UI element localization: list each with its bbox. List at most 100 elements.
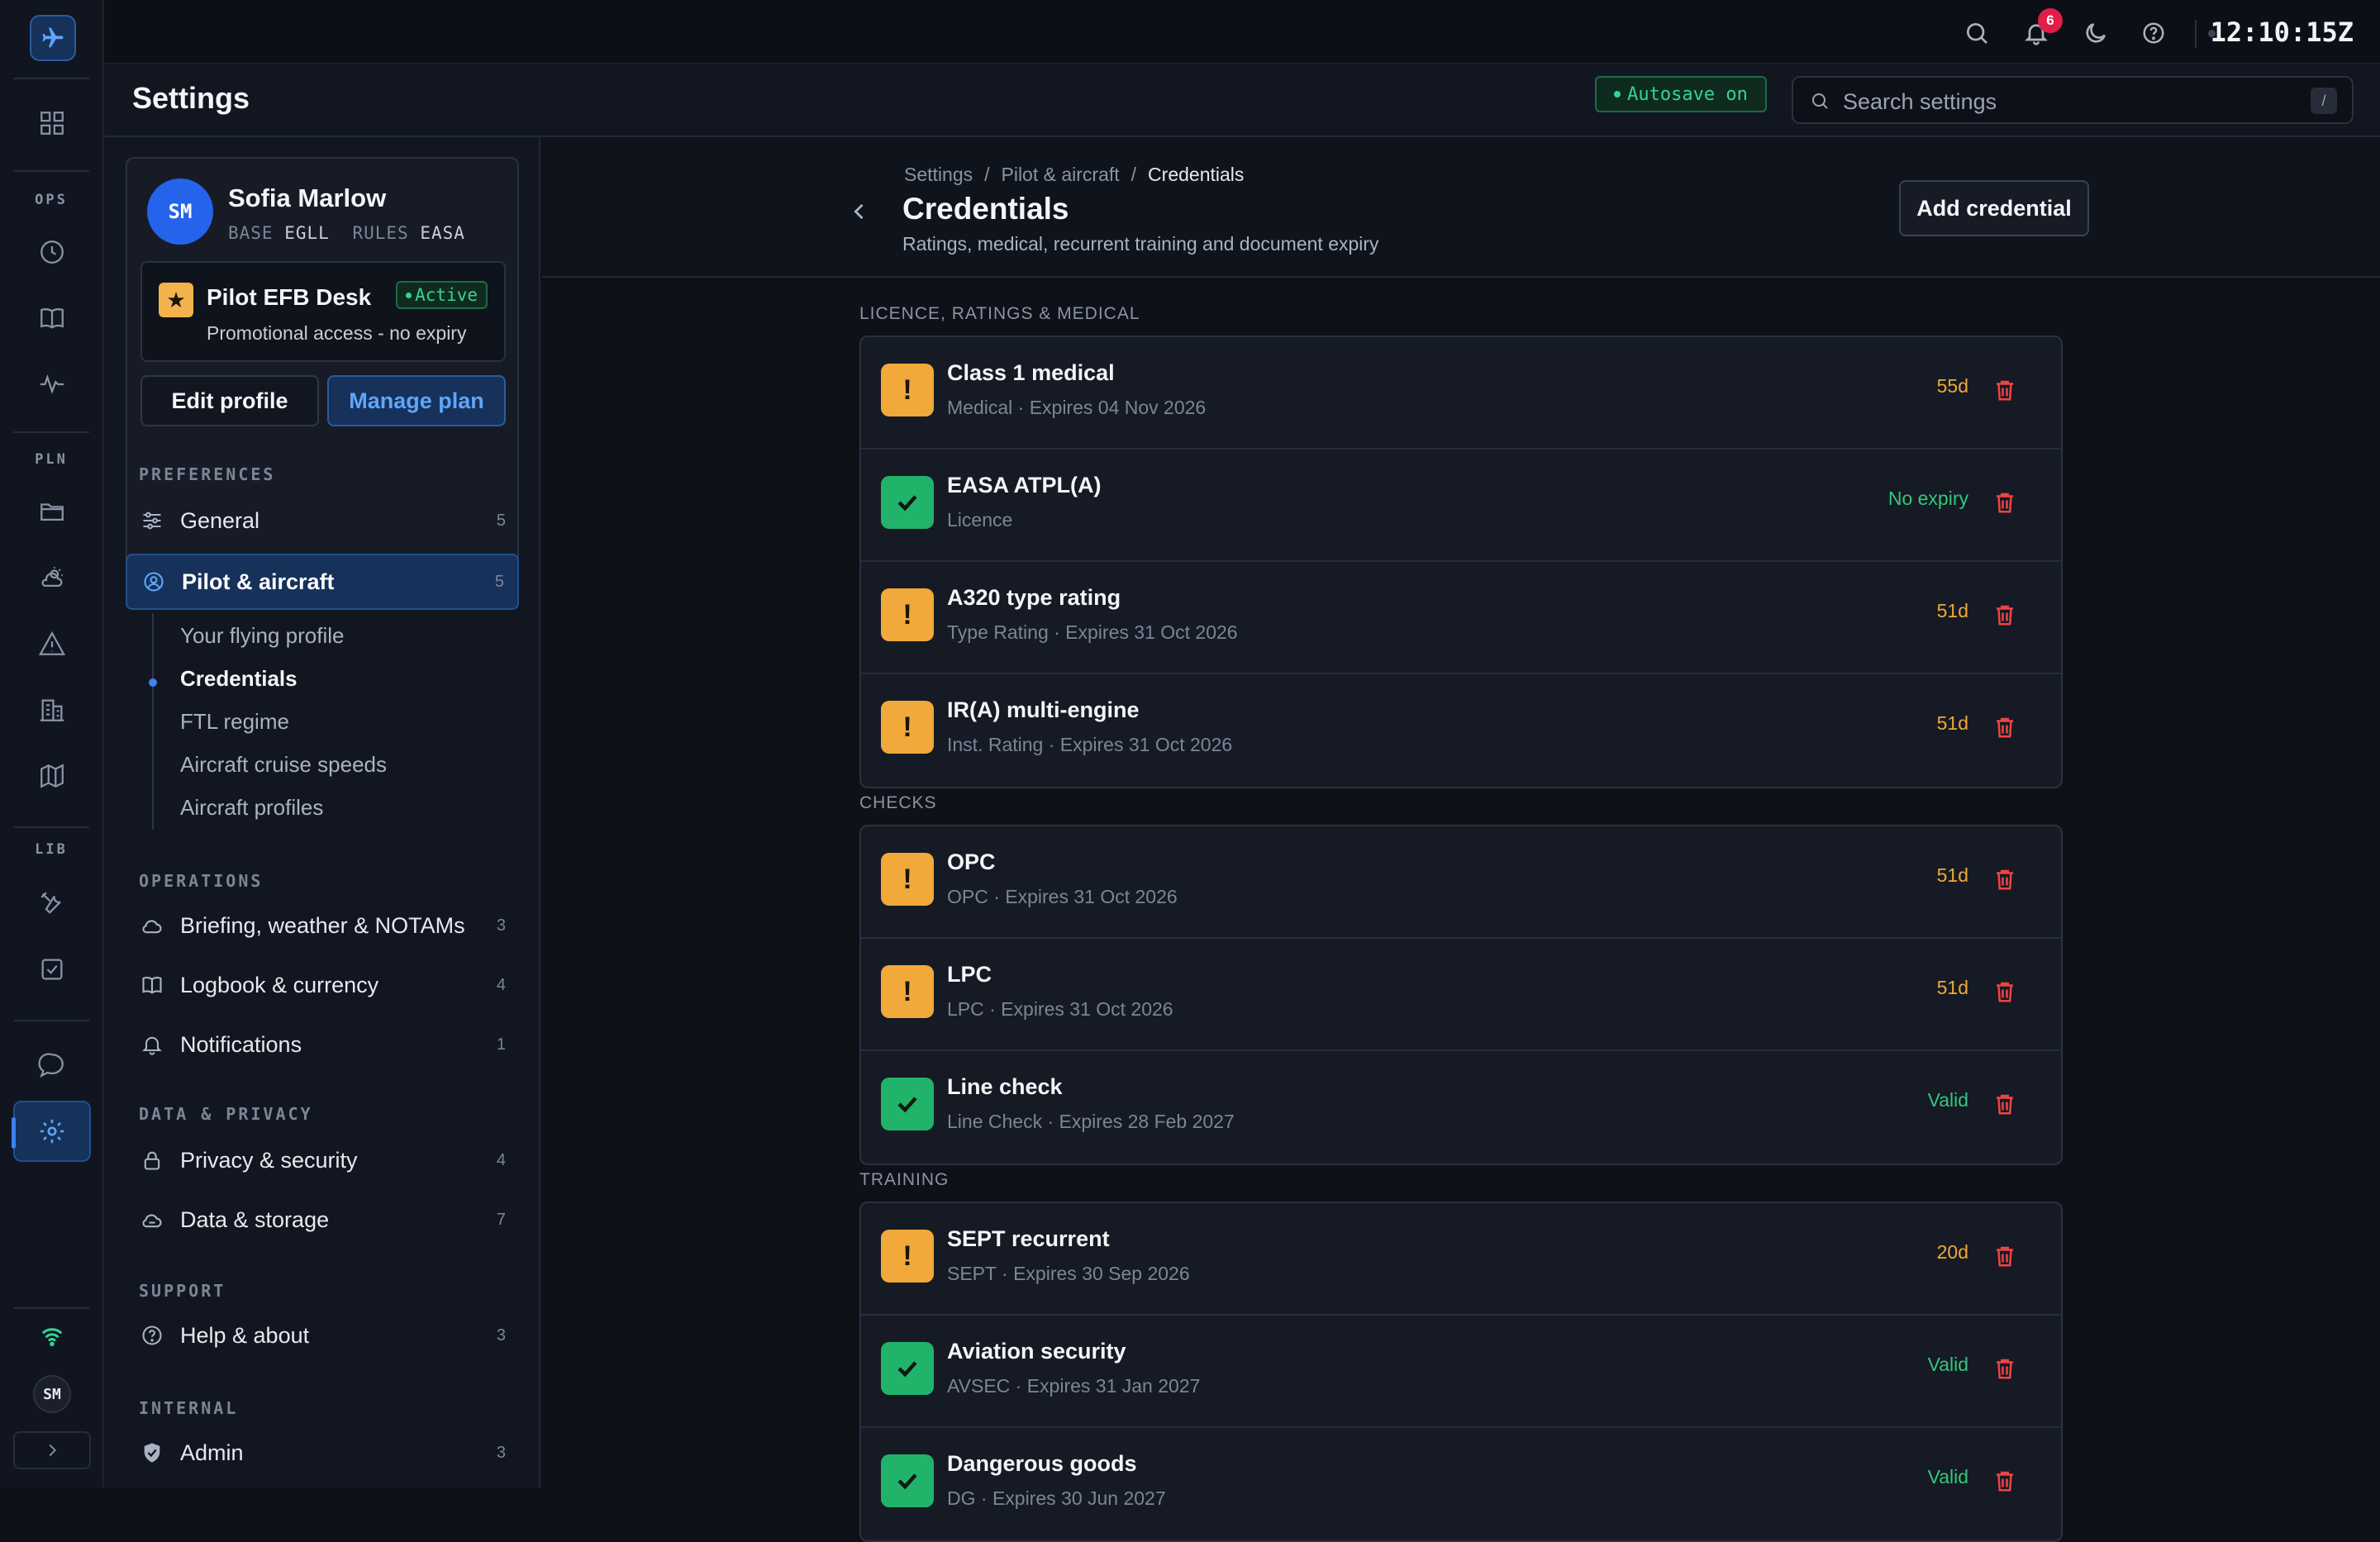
credential-row[interactable]: Line check Line Check · Expires 28 Feb 20…	[861, 1051, 2061, 1164]
nav-storage[interactable]: Data & storage 7	[126, 1192, 519, 1248]
help-icon[interactable]	[2139, 18, 2168, 48]
group-label: CHECKS	[859, 793, 937, 812]
delete-trash-icon[interactable]	[1990, 977, 2020, 1007]
delete-trash-icon[interactable]	[1990, 600, 2020, 630]
nav-admin[interactable]: Admin 3	[126, 1425, 519, 1481]
credential-row[interactable]: ! OPC OPC · Expires 31 Oct 2026 51d	[861, 826, 2061, 939]
search-icon	[1812, 93, 1828, 109]
credential-status: 51d	[1936, 864, 1968, 886]
warning-exclamation-icon: !	[881, 853, 934, 906]
book-icon[interactable]	[33, 299, 71, 337]
chat-icon[interactable]	[33, 1046, 71, 1084]
settings-gear-icon[interactable]	[33, 1112, 71, 1150]
nav-general[interactable]: General 5	[126, 493, 519, 549]
nav-logbook[interactable]: Logbook & currency 4	[126, 957, 519, 1013]
back-chevron-icon[interactable]	[843, 195, 876, 228]
dashboard-grid-icon[interactable]	[33, 104, 71, 142]
nav-privacy-label: Privacy & security	[180, 1147, 358, 1173]
delete-trash-icon[interactable]	[1990, 1089, 2020, 1119]
warning-exclamation-icon: !	[881, 965, 934, 1018]
credential-row[interactable]: Dangerous goods DG · Expires 30 Jun 2027 V…	[861, 1428, 2061, 1540]
nav-briefing-label: Briefing, weather & NOTAMs	[180, 912, 465, 938]
subnav-active-dot	[149, 678, 157, 687]
rules-key: RULES	[352, 223, 409, 243]
wifi-signal-icon	[33, 1317, 71, 1355]
delete-trash-icon[interactable]	[1990, 712, 2020, 742]
manage-plan-button[interactable]: Manage plan	[327, 375, 506, 426]
rail-divider	[13, 1020, 89, 1021]
delete-trash-icon[interactable]	[1990, 1466, 2020, 1496]
credential-row[interactable]: ! LPC LPC · Expires 31 Oct 2026 51d	[861, 939, 2061, 1051]
nav-help-label: Help & about	[180, 1322, 310, 1348]
credential-row[interactable]: ! IR(A) multi-engine Inst. Rating · Expire…	[861, 674, 2061, 787]
folder-icon[interactable]	[33, 493, 71, 531]
credential-row[interactable]: ! SEPT recurrent SEPT · Expires 30 Sep 202…	[861, 1203, 2061, 1316]
add-credential-button[interactable]: Add credential	[1899, 180, 2089, 236]
search-placeholder: Search settings	[1843, 89, 1997, 114]
delete-trash-icon[interactable]	[1990, 488, 2020, 517]
warning-triangle-icon[interactable]	[33, 625, 71, 663]
subnav-cruise-speeds[interactable]: Aircraft cruise speeds	[180, 752, 387, 778]
breadcrumb-pilot-aircraft[interactable]: Pilot & aircraft	[1002, 164, 1120, 185]
plan-status-dot	[406, 292, 412, 298]
rail-divider	[13, 826, 89, 828]
building-icon[interactable]	[33, 691, 71, 729]
app-logo-plane-icon[interactable]	[30, 15, 76, 61]
subnav-aircraft-profiles[interactable]: Aircraft profiles	[180, 795, 323, 821]
subnav-flying-profile[interactable]: Your flying profile	[180, 623, 345, 649]
utc-clock: 12:10:15Z	[2210, 17, 2354, 48]
delete-trash-icon[interactable]	[1990, 1354, 2020, 1383]
rail-section-ops: OPS	[35, 192, 68, 208]
nav-pilot-aircraft[interactable]: Pilot & aircraft 5	[126, 554, 519, 610]
section-data-privacy: DATA & PRIVACY	[139, 1104, 313, 1124]
dark-mode-moon-icon[interactable]	[2081, 18, 2111, 48]
credential-subtitle: DG · Expires 30 Jun 2027	[947, 1487, 1166, 1509]
credential-status: Valid	[1927, 1354, 1968, 1375]
group-label: TRAINING	[859, 1170, 950, 1189]
profile-name: Sofia Marlow	[228, 183, 387, 212]
nav-privacy[interactable]: Privacy & security 4	[126, 1132, 519, 1188]
activity-pulse-icon[interactable]	[33, 365, 71, 403]
nav-briefing[interactable]: Briefing, weather & NOTAMs 3	[126, 897, 519, 954]
credential-row[interactable]: EASA ATPL(A) Licence No expiry	[861, 450, 2061, 562]
credential-subtitle: Licence	[947, 509, 1013, 531]
delete-trash-icon[interactable]	[1990, 864, 2020, 894]
nav-pilot-aircraft-label: Pilot & aircraft	[182, 569, 335, 594]
notifications-bell-icon[interactable]: 6	[2021, 8, 2063, 48]
profile-avatar: SM	[147, 178, 213, 245]
edit-profile-button[interactable]: Edit profile	[140, 375, 319, 426]
nav-privacy-count: 4	[496, 1150, 506, 1169]
credentials-title: Credentials	[902, 192, 1069, 226]
section-operations: OPERATIONS	[139, 871, 264, 891]
settings-search-input[interactable]: Search settings /	[1792, 76, 2354, 124]
delete-trash-icon[interactable]	[1990, 1241, 2020, 1271]
clock-icon[interactable]	[33, 233, 71, 271]
nav-notifications-label: Notifications	[180, 1031, 302, 1057]
base-value: EGLL	[284, 223, 330, 243]
tools-icon[interactable]	[33, 884, 71, 922]
user-avatar[interactable]: SM	[33, 1375, 71, 1413]
breadcrumb-credentials: Credentials	[1148, 164, 1245, 185]
section-support: SUPPORT	[139, 1281, 226, 1301]
credential-row[interactable]: Aviation security AVSEC · Expires 31 Jan …	[861, 1316, 2061, 1428]
section-preferences: PREFERENCES	[139, 464, 276, 484]
nav-help[interactable]: Help & about 3	[126, 1307, 519, 1364]
credential-subtitle: Line Check · Expires 28 Feb 2027	[947, 1111, 1235, 1132]
nav-briefing-count: 3	[496, 916, 506, 935]
map-icon[interactable]	[33, 757, 71, 795]
checklist-icon[interactable]	[33, 950, 71, 988]
breadcrumb-settings[interactable]: Settings	[904, 164, 973, 185]
search-icon[interactable]	[1962, 18, 1992, 48]
credential-row[interactable]: ! A320 type rating Type Rating · Expires 3…	[861, 562, 2061, 674]
subnav-credentials[interactable]: Credentials	[180, 666, 298, 692]
weather-cloud-sun-icon[interactable]	[33, 559, 71, 597]
credential-row[interactable]: ! Class 1 medical Medical · Expires 04 Nov…	[861, 337, 2061, 450]
expand-rail-button[interactable]	[13, 1431, 91, 1469]
subnav-ftl-regime[interactable]: FTL regime	[180, 709, 289, 735]
star-icon: ★	[159, 283, 193, 317]
nav-notifications[interactable]: Notifications 1	[126, 1016, 519, 1073]
delete-trash-icon[interactable]	[1990, 375, 2020, 405]
nav-general-label: General	[180, 507, 260, 533]
user-circle-icon	[139, 567, 169, 597]
profile-meta: BASE EGLL RULES EASA	[228, 223, 477, 243]
